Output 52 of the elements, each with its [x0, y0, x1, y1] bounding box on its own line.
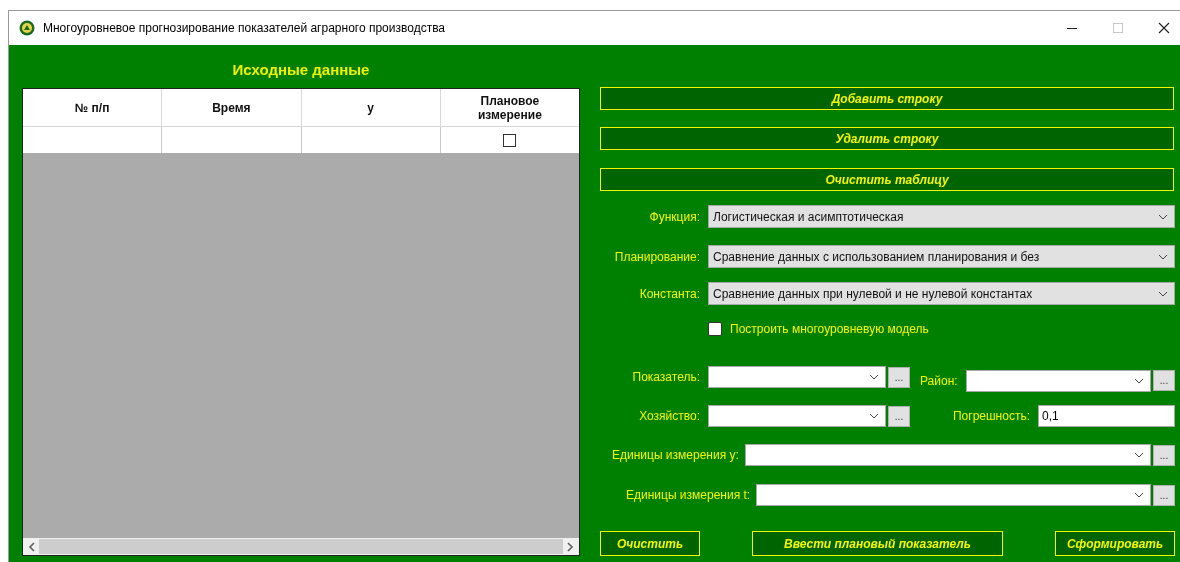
action-button[interactable]: Очистить таблицу: [600, 168, 1174, 191]
column-header[interactable]: y: [301, 89, 441, 126]
field-label: Район:: [920, 374, 958, 388]
dropdown[interactable]: [756, 484, 1151, 506]
browse-button[interactable]: ...: [888, 406, 910, 427]
field-label: Погрешность:: [952, 409, 1030, 423]
field-label: Единицы измерения t:: [626, 488, 751, 502]
chevron-down-icon: [1158, 253, 1168, 260]
field-label: Планирование:: [613, 249, 700, 264]
checkbox-label[interactable]: Построить многоуровневую модель: [730, 322, 929, 336]
dropdown[interactable]: Сравнение данных при нулевой и не нулевой константах: [708, 282, 1175, 305]
action-button[interactable]: Удалить строку: [600, 127, 1174, 150]
browse-button[interactable]: ...: [1153, 485, 1175, 506]
input-field[interactable]: 0,1: [1038, 405, 1175, 427]
field-label: Единицы измерения y:: [612, 448, 739, 462]
chevron-down-icon: [1158, 290, 1168, 297]
scroll-left-icon[interactable]: [28, 541, 36, 552]
chevron-down-icon: [1134, 378, 1144, 384]
dropdown[interactable]: Сравнение данных с использованием планирования и без: [708, 245, 1175, 268]
dropdown[interactable]: [708, 405, 886, 427]
action-button[interactable]: Очистить: [600, 531, 700, 556]
dropdown[interactable]: [744, 444, 1151, 466]
section-title: Исходные данные: [231, 60, 371, 80]
action-button[interactable]: Ввести плановый показатель: [752, 531, 1003, 556]
field-label: Константа:: [638, 286, 700, 301]
browse-button[interactable]: ...: [1153, 370, 1175, 391]
dropdown[interactable]: [965, 370, 1151, 392]
close-icon[interactable]: [1158, 22, 1170, 34]
dropdown[interactable]: Логистическая и асимптотическая: [708, 205, 1175, 228]
column-header[interactable]: Плановое измерение: [440, 89, 579, 126]
chevron-down-icon: [869, 374, 879, 380]
chevron-down-icon: [1158, 213, 1168, 220]
action-button[interactable]: Добавить строку: [600, 87, 1174, 110]
dropdown[interactable]: [708, 366, 886, 388]
checkbox[interactable]: [503, 133, 517, 147]
field-label: Показатель:: [631, 370, 700, 384]
chevron-down-icon: [1134, 452, 1144, 458]
column-header[interactable]: Время: [162, 89, 302, 126]
window-title: Многоуровневое прогнозирование показателей аграрного производства: [43, 21, 446, 35]
scroll-right-icon[interactable]: [566, 541, 574, 552]
emblem-icon: [19, 20, 35, 36]
checkbox[interactable]: [708, 322, 722, 336]
chevron-down-icon: [869, 413, 879, 419]
field-label: Функция:: [648, 209, 700, 224]
browse-button[interactable]: ...: [888, 367, 910, 388]
action-button[interactable]: Сформировать: [1055, 531, 1175, 556]
horizontal-scrollbar[interactable]: [23, 538, 579, 555]
browse-button[interactable]: ...: [1153, 445, 1175, 466]
maximize-icon[interactable]: [1112, 22, 1124, 34]
field-label: Хозяйство:: [638, 409, 700, 423]
chevron-down-icon: [1134, 492, 1144, 498]
column-header[interactable]: № п/п: [23, 89, 163, 126]
